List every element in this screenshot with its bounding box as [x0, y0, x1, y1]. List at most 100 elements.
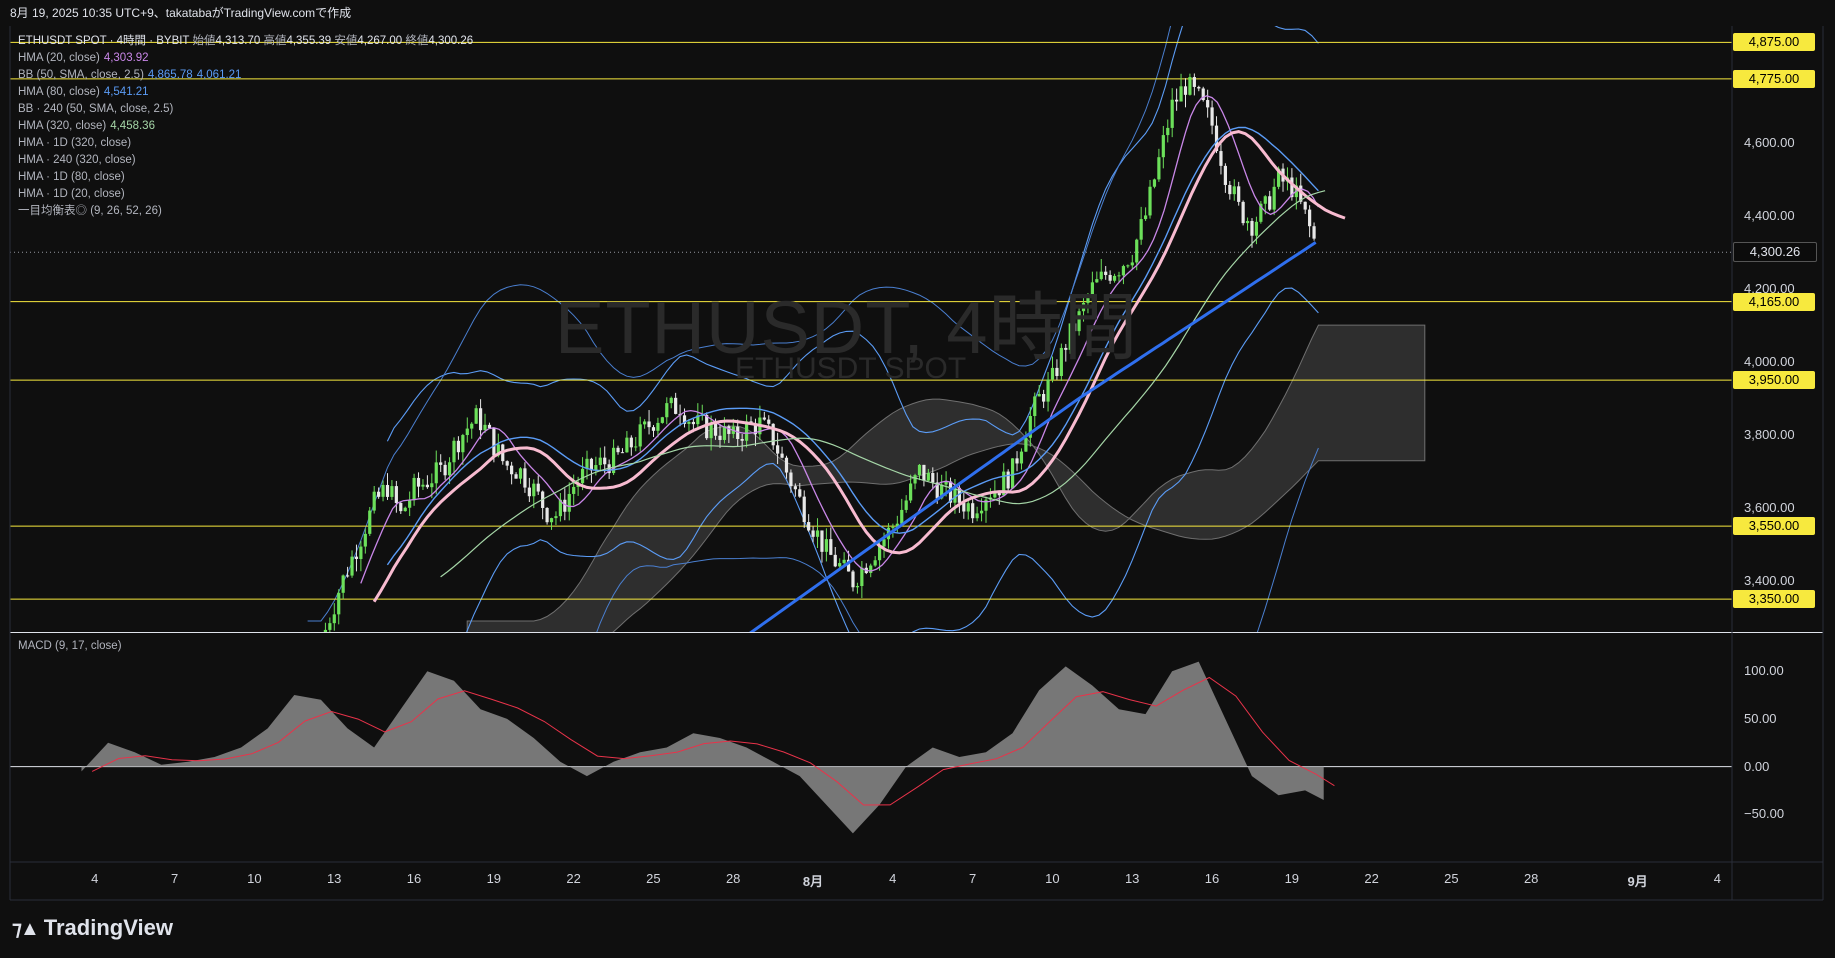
candle-body[interactable]: [674, 397, 678, 414]
candle-body[interactable]: [1019, 451, 1024, 464]
candle-body[interactable]: [722, 426, 727, 440]
candle-body[interactable]: [873, 560, 877, 566]
candle-body[interactable]: [1254, 221, 1259, 236]
candle-body[interactable]: [638, 424, 642, 447]
candle-body[interactable]: [385, 484, 390, 497]
candle-body[interactable]: [1006, 471, 1010, 489]
candle-body[interactable]: [403, 507, 407, 512]
candle-body[interactable]: [811, 530, 815, 537]
indicator-legend-row[interactable]: HMA (80, close) 4,541.21: [18, 84, 473, 101]
candle-body[interactable]: [1024, 437, 1028, 452]
candle-body[interactable]: [399, 503, 403, 512]
candle-body[interactable]: [585, 458, 589, 469]
candle-body[interactable]: [527, 487, 531, 497]
candle-body[interactable]: [669, 397, 673, 404]
candle-body[interactable]: [1188, 77, 1192, 95]
horizontal-line-price-tag[interactable]: 3,550.00: [1733, 517, 1815, 536]
candle-body[interactable]: [1312, 226, 1316, 239]
candle-body[interactable]: [798, 489, 802, 497]
candle-body[interactable]: [1206, 100, 1210, 108]
tradingview-logo[interactable]: ⁊▲ TradingView: [12, 915, 173, 941]
candle-body[interactable]: [869, 565, 873, 574]
candle-body[interactable]: [727, 426, 731, 434]
main-series-legend[interactable]: ETHUSDT SPOT · 4時間 · BYBIT 始値4,313.70 高値…: [18, 33, 473, 50]
candle-body[interactable]: [1268, 196, 1272, 210]
candle-body[interactable]: [1037, 394, 1041, 397]
candle-body[interactable]: [971, 503, 975, 519]
candle-body[interactable]: [665, 403, 669, 418]
candle-body[interactable]: [616, 447, 620, 453]
candle-body[interactable]: [625, 437, 629, 453]
candle-body[interactable]: [359, 546, 363, 560]
candle-body[interactable]: [363, 533, 367, 547]
candle-body[interactable]: [1197, 86, 1201, 89]
candle-body[interactable]: [1237, 186, 1241, 202]
candle-body[interactable]: [421, 484, 425, 487]
candle-body[interactable]: [776, 445, 780, 454]
candle-body[interactable]: [647, 421, 651, 428]
candle-body[interactable]: [979, 510, 984, 514]
candle-body[interactable]: [767, 419, 771, 424]
candle-body[interactable]: [1210, 107, 1214, 126]
candle-body[interactable]: [478, 408, 483, 431]
horizontal-line-price-tag[interactable]: 4,165.00: [1733, 292, 1815, 311]
candle-body[interactable]: [532, 483, 536, 497]
candle-body[interactable]: [1308, 209, 1312, 227]
indicator-legend-row[interactable]: BB · 240 (50, SMA, close, 2.5): [18, 101, 473, 118]
indicator-legend-row[interactable]: 一目均衡表◎ (9, 26, 52, 26): [18, 203, 473, 220]
candle-body[interactable]: [377, 491, 381, 497]
candle-body[interactable]: [350, 556, 354, 576]
candle-body[interactable]: [434, 462, 438, 484]
candle-body[interactable]: [341, 575, 345, 593]
candle-body[interactable]: [651, 427, 656, 431]
candle-body[interactable]: [572, 486, 576, 494]
candle-body[interactable]: [452, 440, 456, 463]
candle-body[interactable]: [1232, 186, 1236, 195]
candle-body[interactable]: [718, 435, 722, 440]
candle-body[interactable]: [567, 493, 571, 512]
candle-body[interactable]: [408, 500, 412, 508]
candle-body[interactable]: [634, 446, 638, 448]
candle-body[interactable]: [629, 437, 633, 448]
candle-body[interactable]: [1157, 157, 1161, 180]
candle-body[interactable]: [603, 457, 607, 465]
indicator-legend-row[interactable]: HMA (320, close) 4,458.36: [18, 118, 473, 135]
candle-body[interactable]: [820, 530, 824, 552]
candle-body[interactable]: [523, 468, 527, 488]
candle-body[interactable]: [514, 474, 518, 479]
candle-body[interactable]: [802, 496, 806, 523]
candle-body[interactable]: [510, 465, 514, 475]
candle-body[interactable]: [545, 507, 549, 523]
candle-body[interactable]: [456, 440, 461, 453]
candle-body[interactable]: [953, 487, 957, 503]
candle-body[interactable]: [807, 522, 811, 531]
candle-body[interactable]: [1179, 86, 1183, 102]
candle-body[interactable]: [332, 614, 336, 624]
candle-body[interactable]: [381, 484, 385, 497]
candle-body[interactable]: [691, 421, 695, 425]
candle-body[interactable]: [1126, 265, 1130, 267]
candle-body[interactable]: [412, 477, 416, 501]
candle-body[interactable]: [430, 483, 434, 488]
candle-body[interactable]: [900, 509, 904, 524]
candle-body[interactable]: [372, 491, 376, 511]
candle-body[interactable]: [838, 563, 842, 567]
candle-body[interactable]: [824, 539, 828, 552]
candle-body[interactable]: [439, 462, 443, 465]
horizontal-line-price-tag[interactable]: 4,875.00: [1733, 33, 1815, 52]
candle-body[interactable]: [1143, 215, 1148, 220]
candle-body[interactable]: [917, 464, 922, 476]
candle-body[interactable]: [966, 503, 970, 512]
candle-body[interactable]: [1170, 99, 1174, 128]
candle-body[interactable]: [1042, 394, 1046, 402]
candle-body[interactable]: [1192, 77, 1196, 87]
candle-body[interactable]: [851, 571, 855, 588]
candle-body[interactable]: [643, 421, 647, 425]
candle-body[interactable]: [909, 483, 913, 501]
candle-body[interactable]: [855, 586, 860, 588]
candle-body[interactable]: [829, 539, 833, 555]
candle-body[interactable]: [891, 526, 895, 528]
candle-body[interactable]: [394, 486, 398, 504]
candle-body[interactable]: [620, 452, 625, 454]
candle-body[interactable]: [487, 424, 492, 429]
